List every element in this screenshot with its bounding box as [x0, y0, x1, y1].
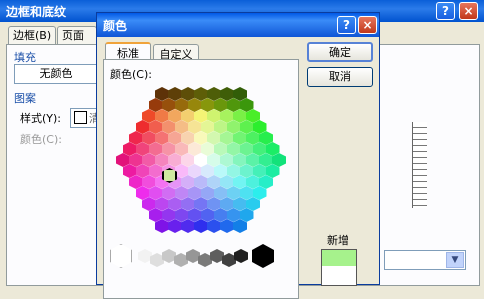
gray-color-cell[interactable]	[222, 253, 236, 267]
fill-color-select[interactable]: 无颜色	[14, 64, 98, 84]
color-panel: 颜色(C):	[103, 59, 299, 299]
color-hexagon	[104, 60, 298, 290]
style-select[interactable]: 清	[70, 108, 100, 128]
gray-color-cell[interactable]	[198, 253, 212, 267]
help-button[interactable]: ?	[337, 16, 356, 34]
cancel-button[interactable]: 取消	[307, 67, 373, 87]
ok-button[interactable]: 确定	[307, 42, 373, 62]
pattern-color-label: 颜色(C):	[20, 133, 62, 146]
style-label: 样式(Y):	[20, 112, 62, 125]
new-label: 新增	[327, 234, 349, 247]
style-swatch	[74, 111, 87, 124]
tab-page-border[interactable]: 页面边	[57, 26, 97, 44]
gray-color-cell[interactable]	[186, 249, 200, 263]
fill-group-label: 填充	[14, 51, 36, 64]
color-dialog-titlebar: 颜色 ? ×	[97, 13, 379, 37]
black-color-cell[interactable]	[252, 244, 274, 268]
color-dialog-title: 颜色	[103, 19, 128, 33]
chevron-down-icon[interactable]: ▼	[446, 252, 464, 268]
gray-color-cell[interactable]	[162, 249, 176, 263]
gray-color-cell[interactable]	[234, 249, 248, 263]
gray-color-cell[interactable]	[174, 253, 188, 267]
close-button[interactable]: ×	[358, 16, 377, 34]
preview-diagram	[412, 122, 427, 208]
new-color-preview	[321, 249, 357, 286]
new-color-swatch	[322, 250, 356, 266]
borders-help-button[interactable]: ?	[436, 2, 455, 20]
gray-color-cell[interactable]	[150, 253, 164, 267]
gray-color-cell[interactable]	[210, 249, 224, 263]
color-dialog: 颜色 ? × 标准 自定义 颜色(C): 确定 取消 新增	[96, 12, 380, 299]
white-color-cell[interactable]	[110, 244, 132, 268]
pattern-group-label: 图案	[14, 92, 36, 105]
tab-borders[interactable]: 边框(B)	[8, 26, 57, 44]
borders-close-button[interactable]: ×	[459, 2, 478, 20]
gray-color-cell[interactable]	[138, 249, 152, 263]
apply-to-select[interactable]: ▼	[384, 250, 466, 270]
borders-dialog-title: 边框和底纹	[6, 5, 67, 19]
